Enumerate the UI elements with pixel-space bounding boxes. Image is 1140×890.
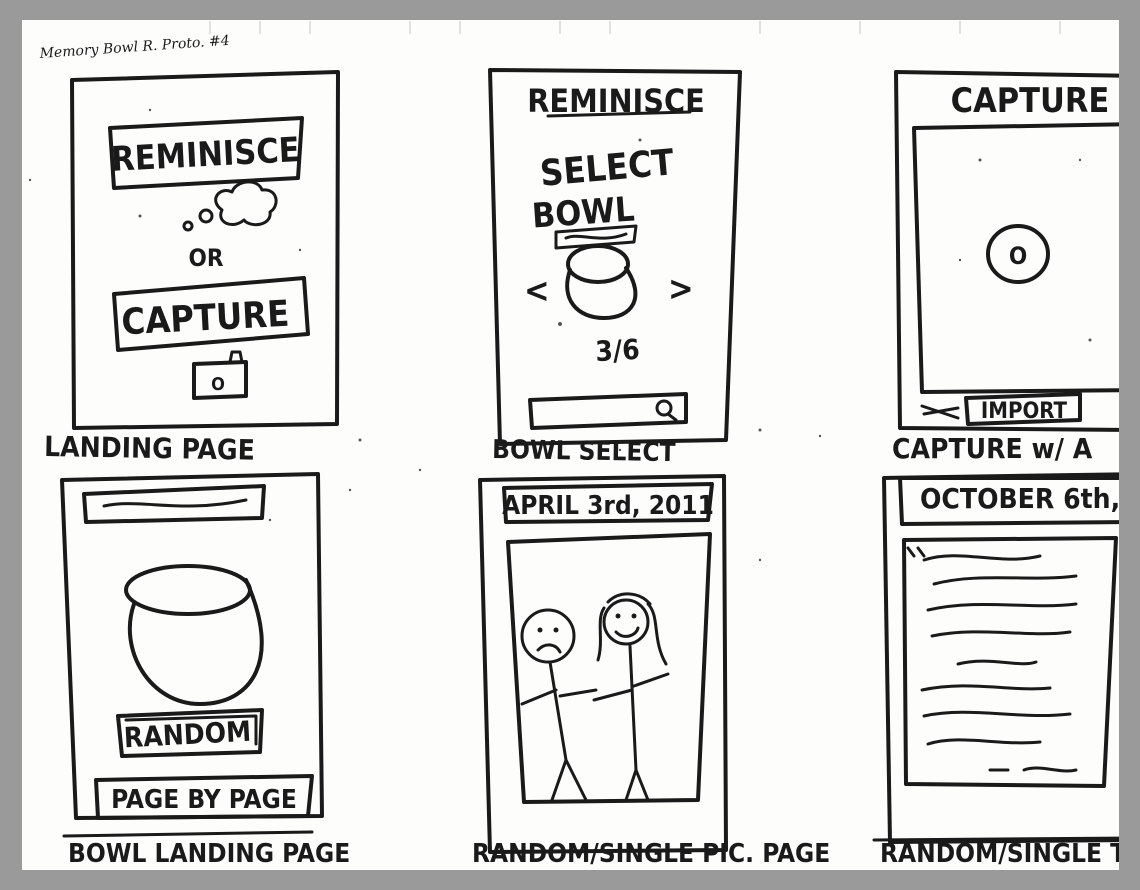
camera-icon[interactable]: O xyxy=(192,350,248,400)
pic-page-frame: APRIL 3rd, 2011 RANDOM/SINGLE PIC. PAGE xyxy=(472,474,830,869)
text-date: OCTOBER 6th, 20 xyxy=(920,482,1140,515)
text-date-field: OCTOBER 6th, 20 xyxy=(898,476,1140,526)
import-button[interactable]: IMPORT xyxy=(920,392,1082,426)
photo-area[interactable] xyxy=(506,532,712,804)
bowl-title-field xyxy=(82,484,266,524)
reminisce-label: REMINISCE xyxy=(110,130,300,180)
reminisce-button[interactable]: REMINISCE xyxy=(108,116,304,190)
paper-edge-ticks xyxy=(209,21,1061,34)
sheet-note: Memory Bowl R. Proto. #4 xyxy=(38,33,230,62)
bowl-landing-caption: BOWL LANDING PAGE xyxy=(68,839,350,869)
shutter-button-icon[interactable]: O xyxy=(986,224,1050,284)
photo-date-field: APRIL 3rd, 2011 xyxy=(502,482,714,524)
text-page-frame: OCTOBER 6th, 20 RANDOM/SINGLE TE xyxy=(872,472,1140,869)
random-button[interactable]: RANDOM xyxy=(116,708,264,758)
bowl-select-frame: REMINISCE SELECT BOWL < > 3/6 BOWL SELEC… xyxy=(488,68,742,468)
bowl-select-caption: BOWL SELECT xyxy=(492,435,676,468)
bowl-counter: 3/6 xyxy=(595,333,641,368)
text-body[interactable] xyxy=(902,536,1118,788)
photo-date: APRIL 3rd, 2011 xyxy=(502,491,714,521)
pic-page-caption: RANDOM/SINGLE PIC. PAGE xyxy=(472,839,830,869)
capture-frame: CAPTURE O IMPORT CAPTURE w/ A xyxy=(892,70,1119,465)
capture-label: CAPTURE xyxy=(120,294,290,344)
capture-button[interactable]: CAPTURE xyxy=(112,276,310,352)
text-page-caption: RANDOM/SINGLE TE xyxy=(880,839,1140,869)
or-label: OR xyxy=(189,244,224,272)
bowl-icon[interactable] xyxy=(124,564,264,706)
svg-text:O: O xyxy=(1009,242,1027,270)
select-label: SELECT xyxy=(538,142,675,195)
page-by-page-label: PAGE BY PAGE xyxy=(111,785,297,815)
search-bar[interactable] xyxy=(528,392,688,430)
prev-bowl-arrow[interactable]: < xyxy=(524,271,550,311)
search-icon xyxy=(655,399,678,422)
sketch-canvas: Memory Bowl R. Proto. #4 REMINISCE OR CA… xyxy=(28,21,1140,869)
thought-cloud-icon xyxy=(182,180,278,232)
next-bowl-arrow[interactable]: > xyxy=(668,269,694,309)
landing-frame: REMINISCE OR CAPTURE O LANDING PAGE xyxy=(44,70,340,467)
bowl-landing-frame: RANDOM PAGE BY PAGE BOWL LANDING PAGE xyxy=(60,472,350,869)
random-label: RANDOM xyxy=(123,715,252,755)
text-lines xyxy=(906,546,1078,773)
svg-text:O: O xyxy=(211,374,225,395)
landing-caption: LANDING PAGE xyxy=(44,430,255,467)
bowl-icon[interactable] xyxy=(565,244,638,320)
capture-header: CAPTURE xyxy=(951,81,1110,121)
page-by-page-button[interactable]: PAGE BY PAGE xyxy=(94,774,314,820)
import-label: IMPORT xyxy=(981,399,1068,424)
capture-caption: CAPTURE w/ A xyxy=(892,432,1093,465)
